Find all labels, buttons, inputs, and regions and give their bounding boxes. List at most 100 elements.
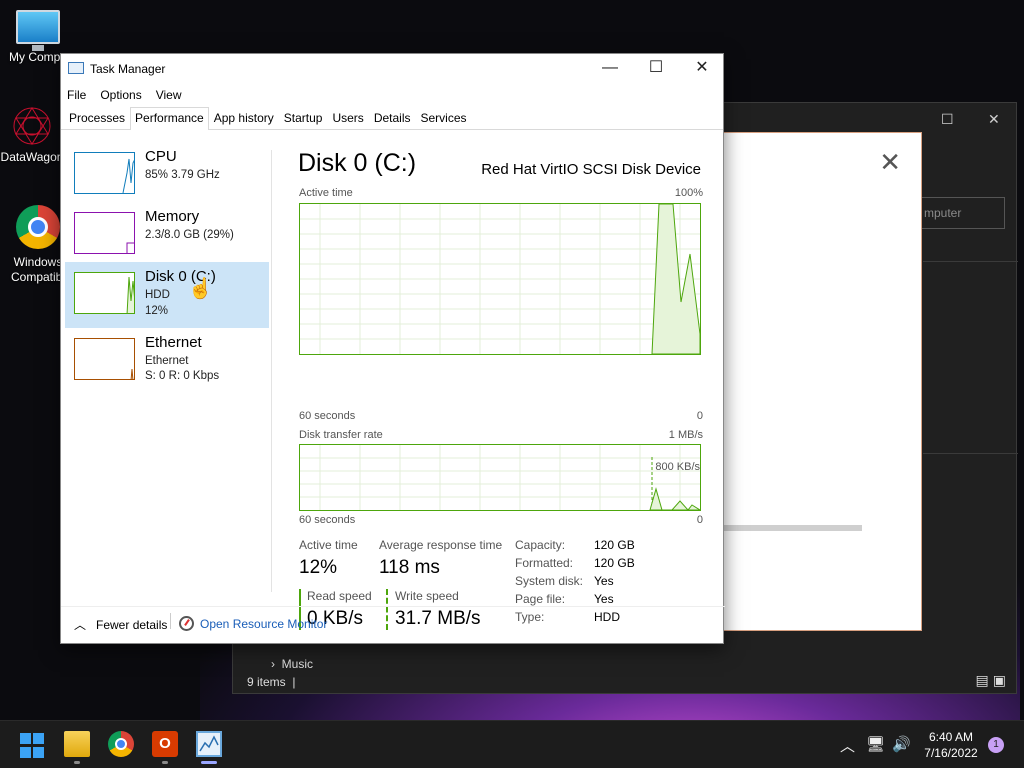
footer: ︿ Fewer details Open Resource Monitor bbox=[61, 606, 725, 634]
disk-model: Red Hat VirtIO SCSI Disk Device bbox=[481, 161, 701, 178]
tree-item-music[interactable]: › Music bbox=[271, 657, 313, 671]
clock[interactable]: 6:40 AM 7/16/2022 bbox=[918, 729, 984, 761]
sidebar-item-detail: Ethernet bbox=[145, 355, 189, 367]
avg-response-label: Average response time bbox=[379, 538, 503, 552]
fewer-details-label: Fewer details bbox=[96, 617, 168, 632]
property-value: 120 GB bbox=[594, 538, 635, 552]
write-speed-label: Write speed bbox=[395, 589, 459, 603]
notification-badge[interactable]: 1 bbox=[988, 737, 1004, 753]
chart-time-label: 60 seconds bbox=[299, 514, 356, 526]
chrome-icon bbox=[16, 205, 60, 249]
pane-divider[interactable] bbox=[271, 150, 272, 592]
chart-time-label: 60 seconds bbox=[299, 410, 356, 422]
sidebar-item-disk0[interactable]: Disk 0 (C:) HDD 12% bbox=[65, 262, 269, 328]
ethernet-thumbnail-graph bbox=[130, 368, 134, 379]
divider bbox=[923, 453, 1018, 454]
ethernet-thumbnail bbox=[74, 338, 135, 380]
chart-max-label: 1 MB/s bbox=[668, 429, 703, 441]
disk-title: Disk 0 (C:) bbox=[298, 149, 417, 177]
tab-users[interactable]: Users bbox=[327, 107, 368, 129]
sidebar-item-ethernet[interactable]: Ethernet Ethernet S: 0 R: 0 Kbps bbox=[65, 328, 269, 392]
file-explorer-icon[interactable] bbox=[64, 731, 90, 757]
menu-view[interactable]: View bbox=[156, 88, 182, 102]
transfer-rate-graph bbox=[299, 444, 701, 511]
task-manager-window: Task Manager — ☐ ✕ File Options View Pro… bbox=[60, 53, 725, 644]
transfer-rate-graph-svg bbox=[300, 445, 700, 510]
office-icon[interactable]: O bbox=[152, 731, 178, 757]
tab-details[interactable]: Details bbox=[369, 107, 416, 129]
memory-thumbnail-graph bbox=[126, 242, 134, 253]
tab-app-history[interactable]: App history bbox=[209, 107, 279, 129]
tab-bar: Processes Performance App history Startu… bbox=[61, 106, 723, 130]
view-buttons[interactable]: ▤▣ bbox=[976, 672, 1010, 689]
sidebar-item-memory[interactable]: Memory 2.3/8.0 GB (29%) bbox=[65, 202, 269, 266]
chart-min-label: 0 bbox=[696, 514, 703, 526]
running-indicator bbox=[74, 761, 80, 764]
clock-time: 6:40 AM bbox=[928, 730, 974, 744]
chevron-up-icon[interactable]: ︿ bbox=[840, 735, 855, 756]
memory-thumbnail bbox=[74, 212, 135, 254]
close-button[interactable]: ✕ bbox=[679, 58, 725, 80]
fewer-details-button[interactable]: ︿ Fewer details bbox=[74, 616, 167, 633]
property-label: System disk: bbox=[515, 574, 584, 588]
disk-thumbnail bbox=[74, 272, 135, 314]
tiles-view-icon[interactable]: ▣ bbox=[993, 672, 1010, 688]
active-time-label: Active time bbox=[299, 538, 358, 552]
sidebar-item-name: Memory bbox=[145, 208, 200, 225]
tab-services[interactable]: Services bbox=[416, 107, 472, 129]
computer-icon bbox=[16, 10, 60, 51]
clock-date: 7/16/2022 bbox=[924, 746, 978, 760]
title-bar[interactable]: Task Manager — ☐ ✕ bbox=[61, 54, 723, 84]
sidebar-item-cpu[interactable]: CPU 85% 3.79 GHz bbox=[65, 142, 269, 206]
tree-item-label: Music bbox=[281, 657, 314, 671]
datawagon-icon bbox=[10, 104, 54, 148]
details-view-icon[interactable]: ▤ bbox=[976, 672, 993, 688]
window-title: Task Manager bbox=[90, 62, 166, 76]
property-value: Yes bbox=[594, 592, 614, 606]
close-icon[interactable]: ✕ bbox=[879, 147, 901, 178]
sidebar-item-name: CPU bbox=[145, 148, 177, 165]
disk-thumbnail-graph bbox=[126, 276, 134, 313]
sidebar-item-detail: 2.3/8.0 GB (29%) bbox=[145, 229, 234, 241]
tab-performance[interactable]: Performance bbox=[130, 107, 209, 130]
divider bbox=[170, 613, 171, 629]
item-count: 9 items bbox=[247, 675, 286, 689]
sidebar-item-detail: 12% bbox=[145, 305, 169, 317]
task-manager-graph-icon bbox=[199, 735, 219, 752]
read-speed-label: Read speed bbox=[307, 589, 372, 603]
cpu-thumbnail-graph bbox=[122, 158, 134, 193]
start-button[interactable] bbox=[20, 733, 46, 759]
chart-label: Active time bbox=[299, 187, 353, 199]
divider bbox=[923, 261, 1018, 262]
resource-list: CPU 85% 3.79 GHz Memory 2.3/8.0 GB (29%)… bbox=[61, 132, 273, 592]
active-time-graph bbox=[299, 203, 701, 355]
status-bar: 9 items | bbox=[247, 675, 296, 689]
sidebar-item-name: Ethernet bbox=[145, 334, 202, 351]
tab-startup[interactable]: Startup bbox=[279, 107, 328, 129]
chevron-up-icon: ︿ bbox=[74, 618, 87, 632]
property-value: 120 GB bbox=[594, 556, 635, 570]
desktop-icon-datawagon[interactable]: DataWagon bbox=[0, 104, 67, 165]
task-manager-taskbar-icon[interactable] bbox=[196, 731, 222, 757]
chart-label: Disk transfer rate bbox=[299, 429, 383, 441]
active-indicator bbox=[201, 761, 217, 764]
running-indicator bbox=[162, 761, 168, 764]
open-resource-monitor-link[interactable]: Open Resource Monitor bbox=[179, 616, 327, 631]
sidebar-item-detail: HDD bbox=[145, 289, 170, 301]
network-icon[interactable]: 🖥 bbox=[866, 735, 885, 753]
task-manager-icon bbox=[68, 62, 84, 74]
maximize-button[interactable]: ☐ bbox=[633, 58, 679, 80]
maximize-icon[interactable]: ☐ bbox=[941, 111, 954, 128]
menu-options[interactable]: Options bbox=[100, 88, 141, 102]
chrome-icon[interactable] bbox=[108, 731, 134, 757]
search-input[interactable]: mputer bbox=[919, 197, 1005, 229]
resource-monitor-icon bbox=[179, 616, 194, 631]
menu-bar: File Options View bbox=[61, 84, 723, 106]
minimize-button[interactable]: — bbox=[587, 58, 633, 80]
chart-marker-label: 800 KB/s bbox=[655, 461, 700, 473]
dialog: ✕ bbox=[723, 132, 922, 631]
volume-icon[interactable]: 🔊 bbox=[892, 735, 911, 753]
menu-file[interactable]: File bbox=[67, 88, 86, 102]
tab-processes[interactable]: Processes bbox=[64, 107, 130, 129]
close-icon[interactable]: ✕ bbox=[988, 111, 1000, 128]
